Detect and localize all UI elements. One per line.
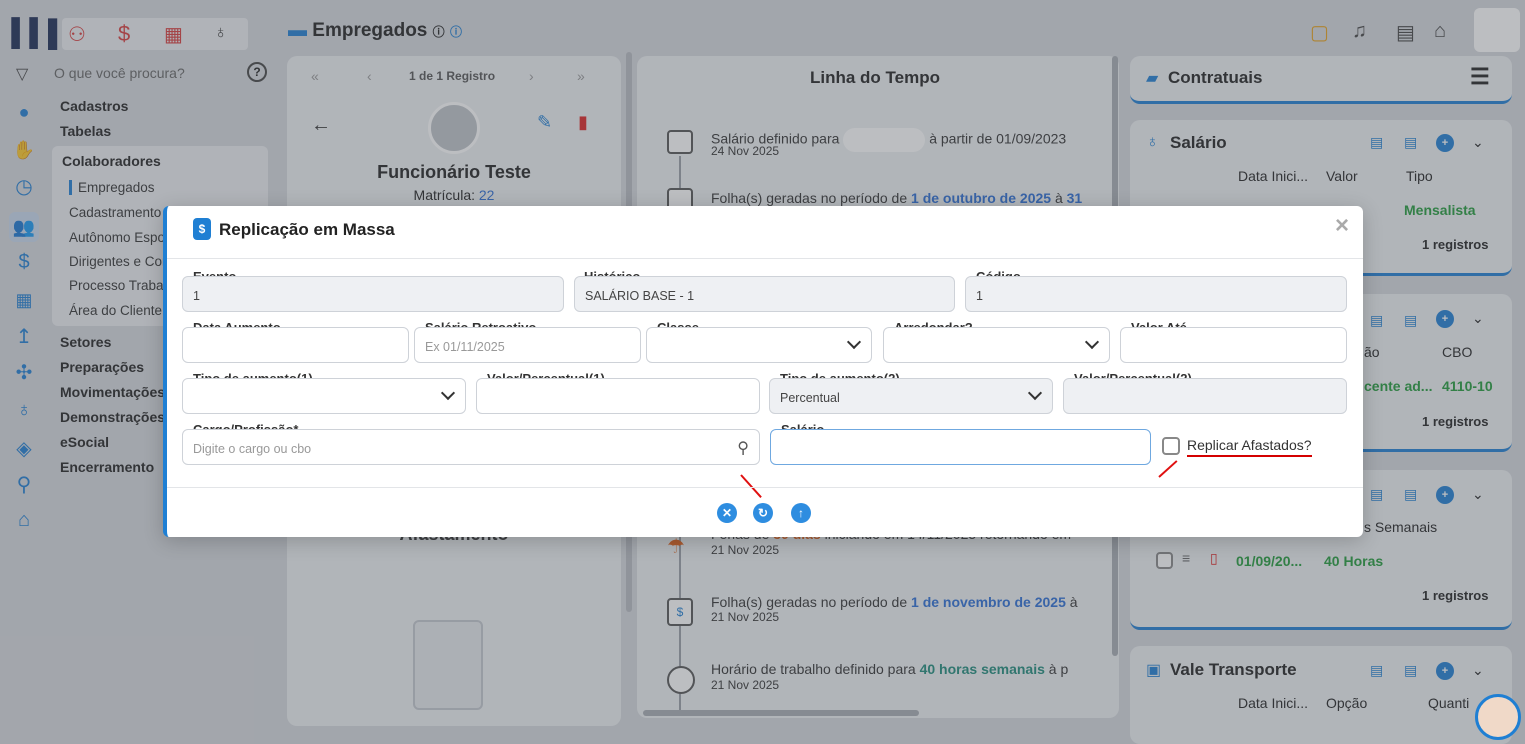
search-icon[interactable]: ⚲ — [737, 438, 749, 458]
chevron-down-icon — [846, 334, 862, 350]
valor-percentual-2-field[interactable] — [1063, 378, 1347, 414]
replicar-checkbox[interactable] — [1162, 437, 1180, 455]
valor-ate-field[interactable] — [1120, 327, 1347, 363]
tipo-aumento-2-select[interactable]: Percentual — [769, 378, 1053, 414]
cancel-button[interactable]: ✕ — [717, 503, 737, 523]
valor-percentual-1-field[interactable] — [476, 378, 760, 414]
salario-input[interactable] — [770, 429, 1151, 465]
close-icon[interactable]: × — [1335, 212, 1349, 240]
data-aumento-field[interactable] — [182, 327, 409, 363]
codigo-field[interactable]: 1 — [965, 276, 1347, 312]
divider — [167, 258, 1363, 259]
salario-retroativo-field[interactable]: Ex 01/11/2025 — [414, 327, 641, 363]
money-bag-icon: $ — [193, 218, 211, 240]
annotation-arrow — [1158, 460, 1178, 478]
modal-title: Replicação em Massa — [219, 220, 395, 239]
evento-field[interactable]: 1 — [182, 276, 564, 312]
refresh-button[interactable]: ↻ — [753, 503, 773, 523]
submit-button[interactable]: ↑ — [791, 503, 811, 523]
chevron-down-icon — [1084, 334, 1100, 350]
historico-field[interactable]: SALÁRIO BASE - 1 — [574, 276, 955, 312]
assistant-avatar[interactable] — [1475, 694, 1521, 740]
cargo-input[interactable]: Digite o cargo ou cbo ⚲ — [182, 429, 760, 465]
chevron-down-icon — [440, 385, 456, 401]
tipo-aumento-1-select[interactable] — [182, 378, 466, 414]
divider — [167, 487, 1363, 488]
replicacao-modal: $ Replicação em Massa × Evento 1 Históri… — [163, 206, 1363, 537]
replicar-label[interactable]: Replicar Afastados? — [1187, 437, 1312, 457]
classe-select[interactable] — [646, 327, 872, 363]
chevron-down-icon — [1027, 385, 1043, 401]
arredondar-select[interactable] — [883, 327, 1110, 363]
